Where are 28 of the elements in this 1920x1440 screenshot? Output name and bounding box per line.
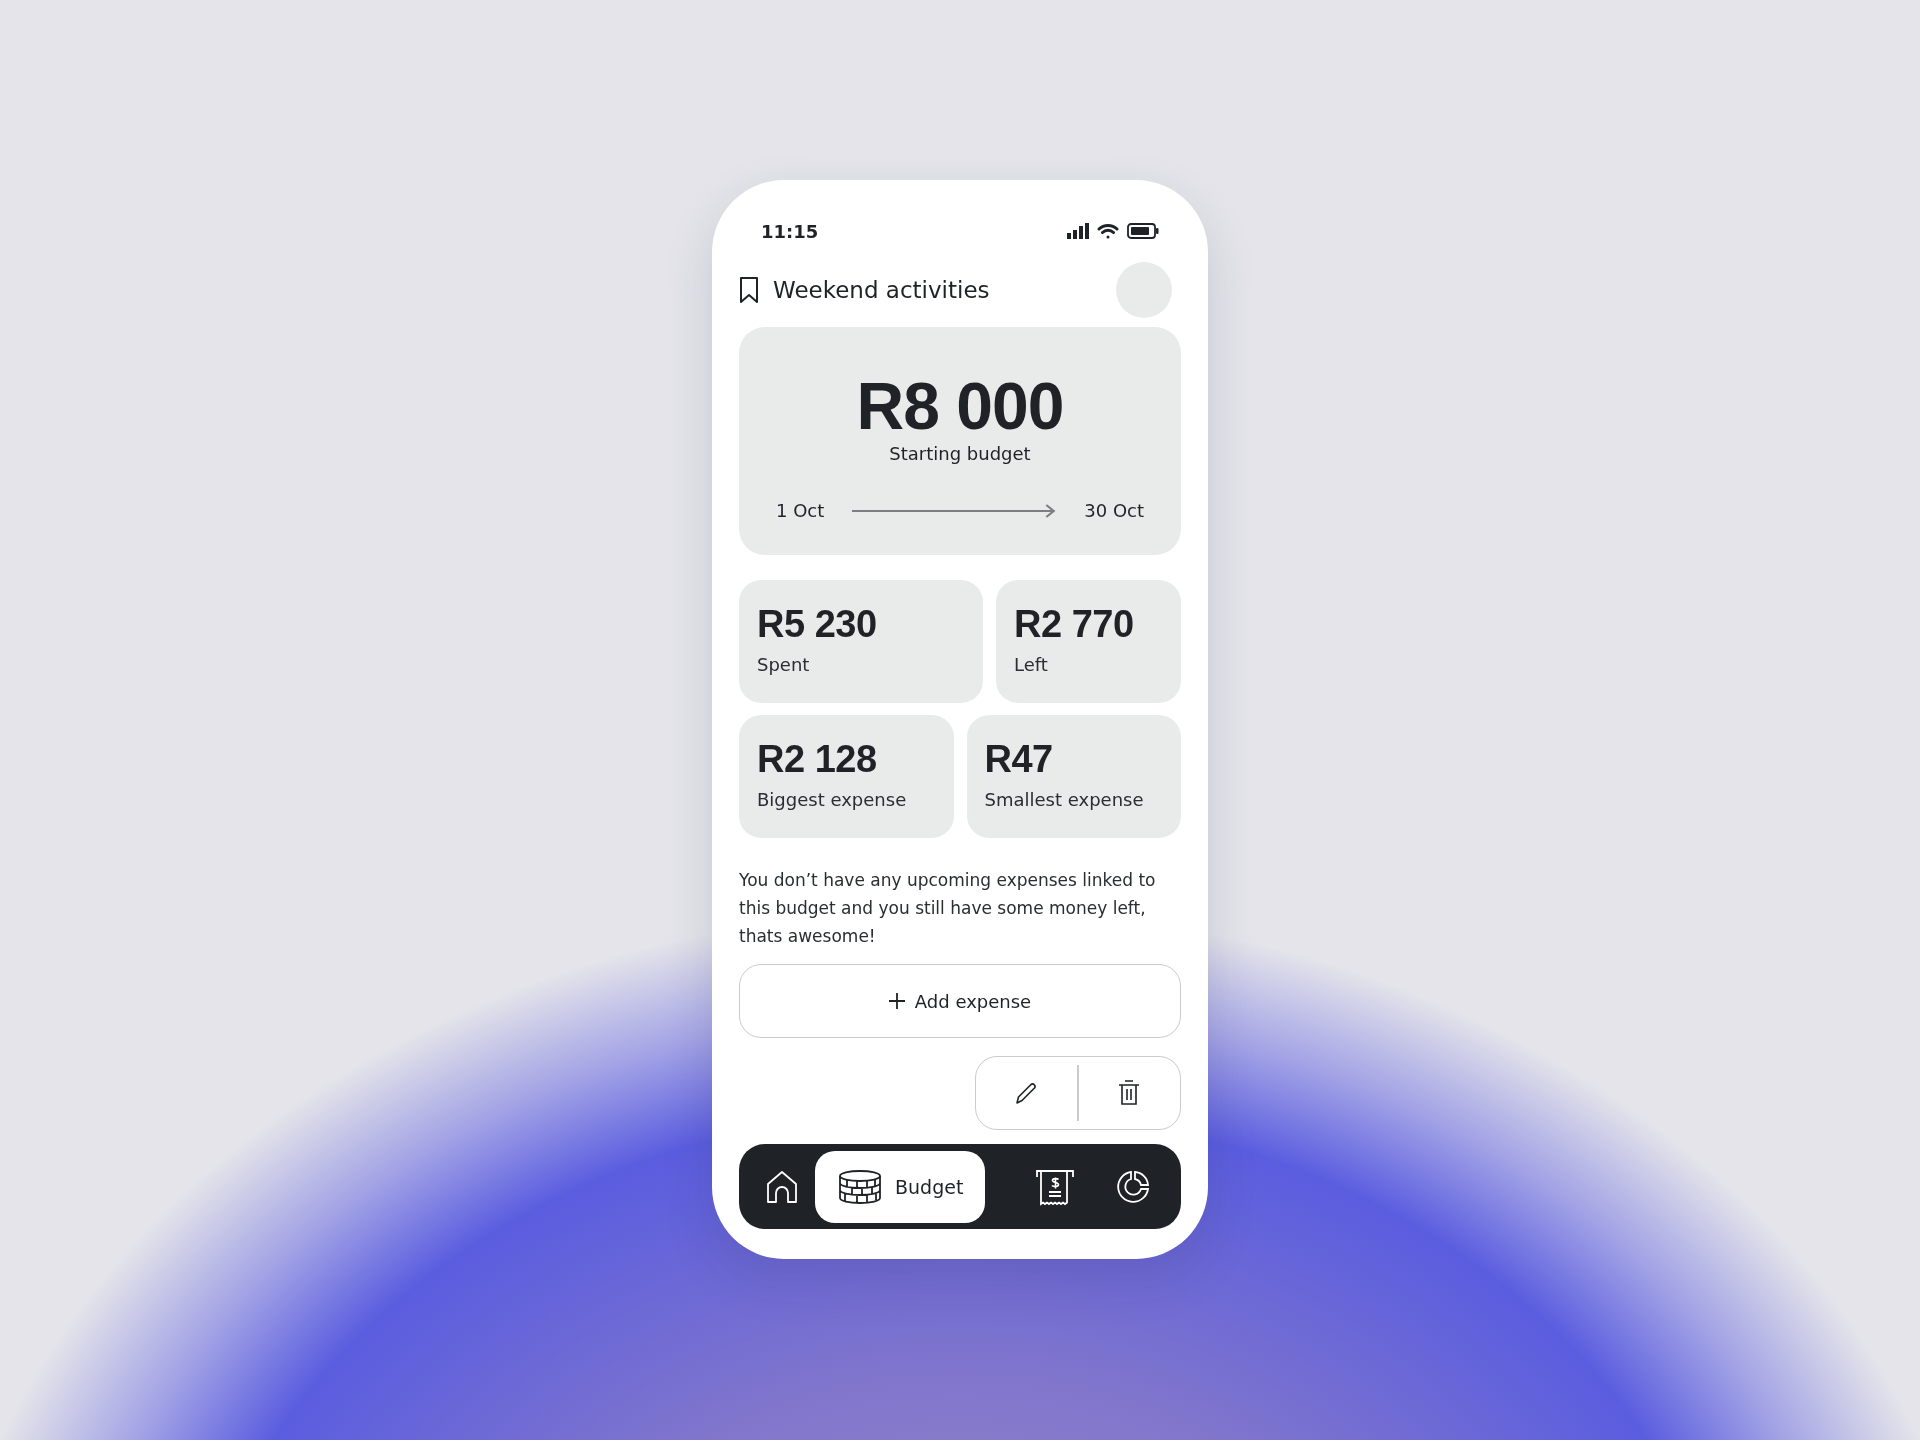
start-date: 1 Oct bbox=[776, 500, 825, 521]
stat-amount: R2 128 bbox=[757, 737, 878, 781]
budget-label: Starting budget bbox=[889, 443, 1031, 464]
wifi-icon bbox=[1097, 222, 1119, 240]
bookmark-icon[interactable] bbox=[739, 276, 759, 304]
coin-stack-icon bbox=[837, 1168, 883, 1205]
nav-tab[interactable]: Budget bbox=[815, 1150, 986, 1223]
stat-amount: R5 230 bbox=[757, 602, 878, 646]
battery-icon bbox=[1127, 223, 1159, 239]
stat-label: Spent bbox=[757, 654, 811, 675]
stat-label: Left bbox=[1014, 654, 1049, 675]
stat-label: Biggest expense bbox=[757, 789, 908, 810]
stat-amount: R47 bbox=[984, 737, 1054, 781]
budget-title: Weekend activities bbox=[773, 277, 990, 303]
trash-icon bbox=[1118, 1080, 1141, 1106]
pie-chart-icon bbox=[1115, 1168, 1151, 1205]
stat-amount: R2 770 bbox=[1014, 602, 1135, 646]
receipt-icon bbox=[1035, 1167, 1075, 1206]
budget-message: You don’t have any upcoming expenses linked to this budget and you still have some money left, thats awesome! bbox=[739, 869, 1157, 948]
house-icon bbox=[765, 1168, 799, 1205]
add-expense-button[interactable]: Add expense bbox=[739, 964, 1181, 1038]
budget-amount: R8 000 bbox=[856, 371, 1064, 441]
signal-icon bbox=[1067, 223, 1089, 239]
status-time: 11:15 bbox=[761, 220, 819, 242]
pencil-icon bbox=[1014, 1081, 1039, 1105]
plus-icon bbox=[888, 993, 905, 1009]
end-date: 30 Oct bbox=[1084, 500, 1144, 521]
stat-label: Smallest expense bbox=[984, 789, 1145, 810]
